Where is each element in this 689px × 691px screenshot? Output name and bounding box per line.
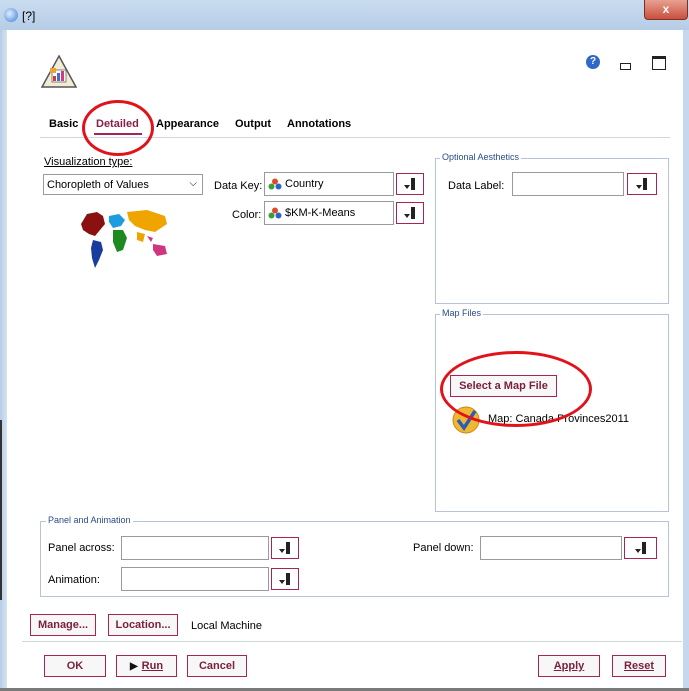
optional-aesthetics-title: Optional Aesthetics (440, 152, 522, 162)
manage-button[interactable]: Manage... (30, 614, 96, 636)
run-label: Run (141, 660, 164, 672)
panel-across-label: Panel across: (48, 542, 115, 554)
maximize-icon[interactable] (652, 56, 666, 70)
data-key-value: Country (285, 178, 324, 190)
panel-across-field[interactable] (121, 536, 269, 560)
color-field[interactable]: $KM-K-Means (264, 201, 394, 225)
reset-button[interactable]: Reset (612, 655, 666, 677)
field-picker-icon (279, 542, 290, 554)
tab-output[interactable]: Output (235, 118, 271, 130)
data-key-picker-button[interactable] (396, 173, 424, 195)
tab-annotations[interactable]: Annotations (287, 118, 351, 130)
cancel-button[interactable]: Cancel (187, 655, 247, 677)
ok-button[interactable]: OK (44, 655, 106, 677)
visualization-type-value: Choropleth of Values (47, 178, 149, 191)
data-key-label: Data Key: (214, 180, 263, 192)
visualization-type-label: Visualization type: (44, 156, 133, 168)
annotation-circle-tab (82, 100, 154, 156)
close-button[interactable]: x (644, 0, 688, 20)
footer-separator (22, 641, 682, 642)
chart-builder-icon (40, 54, 78, 90)
run-button[interactable]: ▶ Run (116, 655, 177, 677)
field-nominal-icon (268, 207, 282, 219)
panel-down-field[interactable] (480, 536, 622, 560)
field-picker-icon (636, 178, 647, 190)
app-icon (4, 8, 18, 22)
map-files-title: Map Files (440, 308, 484, 318)
field-picker-icon (634, 542, 646, 554)
location-text: Local Machine (191, 620, 262, 632)
minimize-icon[interactable] (620, 63, 631, 70)
tab-appearance[interactable]: Appearance (156, 118, 219, 130)
window-edge (0, 420, 2, 600)
animation-label: Animation: (48, 574, 100, 586)
window-title: [?] (22, 9, 36, 23)
color-value: $KM-K-Means (285, 207, 356, 219)
location-button[interactable]: Location... (108, 614, 178, 636)
tab-basic[interactable]: Basic (49, 118, 78, 130)
field-picker-icon (279, 573, 290, 585)
field-picker-icon (404, 178, 415, 190)
chevron-down-icon: ⌵ (189, 178, 197, 189)
help-icon[interactable]: ? (586, 55, 600, 69)
data-label-picker-button[interactable] (627, 173, 657, 195)
visualization-type-select[interactable]: Choropleth of Values ⌵ (43, 174, 203, 195)
data-key-field[interactable]: Country (264, 172, 394, 196)
color-label: Color: (232, 209, 262, 221)
field-picker-icon (404, 207, 415, 219)
apply-button[interactable]: Apply (538, 655, 600, 677)
panel-down-picker-button[interactable] (624, 537, 657, 559)
panel-animation-title: Panel and Animation (46, 515, 133, 525)
animation-picker-button[interactable] (271, 568, 299, 590)
title-bar (0, 0, 689, 31)
world-map-icon (75, 206, 175, 272)
panel-across-picker-button[interactable] (271, 537, 299, 559)
field-nominal-icon (268, 178, 282, 190)
run-triangle-icon: ▶ (129, 660, 138, 672)
data-label-field[interactable] (512, 172, 624, 196)
animation-field[interactable] (121, 567, 269, 591)
panel-down-label: Panel down: (413, 542, 474, 554)
data-label-label: Data Label: (448, 180, 505, 192)
window-right-frame (683, 30, 689, 691)
annotation-circle-map (440, 351, 592, 427)
color-picker-button[interactable] (396, 202, 424, 224)
